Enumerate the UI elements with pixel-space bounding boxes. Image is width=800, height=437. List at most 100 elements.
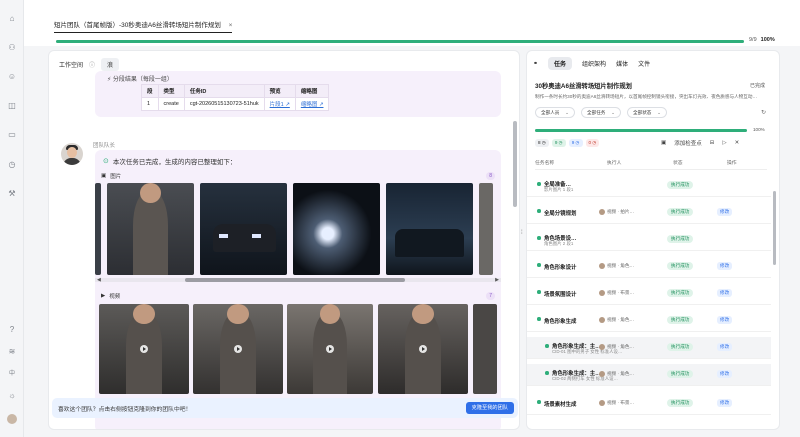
edit-button[interactable]: 修改	[717, 316, 733, 324]
task-row[interactable]: 全局准备… 影片图片 1 段1 执行成功	[527, 175, 771, 197]
panel-splitter[interactable]: ⁞	[521, 230, 523, 236]
task-name: 场景素材生成	[544, 402, 577, 408]
filters: 全部人员 全部任务 全部状态	[535, 107, 667, 118]
task-row[interactable]: 角色形象设计 视频 · 角色… 执行成功 修改	[527, 256, 771, 278]
video-thumbnail[interactable]	[473, 304, 497, 394]
edit-button[interactable]: 修改	[717, 262, 733, 270]
link-icon[interactable]: ⚭	[533, 60, 538, 67]
tab-project[interactable]: 短片团队（首尾帧版）-30秒奥迪A6丝滑转场短片制作规划 ×	[54, 19, 233, 33]
task-row[interactable]: 全局分镜规划 视频 · 拍片… 执行成功 修改	[527, 202, 771, 224]
plan-status: 已完成	[749, 83, 765, 89]
clone-banner: 喜欢这个团队？点击右侧按钮克隆到你的团队中吧！ 克隆至我的团队	[52, 398, 518, 418]
thumbnail-link[interactable]: 缩略图 ↗	[294, 97, 330, 111]
task-row[interactable]: 角色形象生成 视频 · 角色… 执行成功 修改	[527, 310, 771, 332]
executor-avatar	[599, 263, 605, 269]
shot-result-card: ⚡ 分段结果（每段一组） 段 类型 任务ID 预览 缩略图 1 create c…	[95, 71, 501, 117]
scroll-right-icon[interactable]: ▶	[495, 277, 499, 283]
image-thumbnail[interactable]	[293, 183, 380, 275]
language-switch[interactable]: 中	[7, 369, 17, 379]
tab-files[interactable]: 文件	[638, 57, 650, 70]
executor-avatar	[599, 344, 605, 350]
scroll-thumb[interactable]	[185, 278, 405, 282]
close-icon[interactable]: ×	[229, 22, 233, 29]
users-icon[interactable]: ⚇	[7, 43, 17, 53]
video-thumbnail[interactable]	[99, 304, 189, 394]
wrench-icon[interactable]: ⚒	[7, 189, 17, 199]
done-text: 本次任务已完成，生成的内容已整理如下：	[112, 159, 237, 166]
edit-button[interactable]: 修改	[717, 399, 733, 407]
clock-icon[interactable]: ◷	[7, 160, 17, 170]
sender-role: 团队队长	[93, 143, 116, 149]
clone-banner-text: 喜欢这个团队？点击右侧按钮克隆到你的团队中吧！	[58, 407, 192, 413]
task-toolbar: ▣ 添加检查点 ⊟ ▷ ✕	[661, 139, 739, 147]
task-executor: 视频 · 角色…	[599, 344, 634, 350]
image-thumbnail[interactable]	[200, 183, 287, 275]
image-thumbnail[interactable]	[386, 183, 473, 275]
preview-link[interactable]: 片段1 ↗	[263, 97, 296, 111]
plan-title: 30秒奥迪A6丝滑转场短片制作规划	[535, 83, 632, 90]
briefcase-icon[interactable]: ▭	[7, 130, 17, 140]
play-icon[interactable]: ▷	[722, 140, 726, 146]
help-icon[interactable]: ?	[7, 325, 17, 335]
status-badge: 9 ◷	[551, 139, 566, 147]
collapse-icon[interactable]: ⊟	[710, 140, 715, 146]
executor-avatar	[599, 209, 605, 215]
task-row[interactable]: 场景素材生成 视频 · 布景… 执行成功 修改	[527, 393, 771, 415]
shot-table: 段 类型 任务ID 预览 缩略图 1 create cgt-2026051513…	[141, 84, 330, 111]
status-badge: 执行成功	[667, 208, 694, 216]
filter-tasks[interactable]: 全部任务	[581, 107, 621, 118]
horizontal-scrollbar[interactable]: ◀ ▶	[95, 277, 501, 283]
layers-icon[interactable]: ≋	[7, 347, 17, 357]
task-subtitle: 影片图片 1 段1	[544, 187, 574, 192]
task-row[interactable]: 角色场景设… 角色图片 2 段1 执行成功	[527, 229, 771, 251]
image-thumbnail[interactable]	[95, 183, 101, 275]
clone-team-button[interactable]: 克隆至我的团队	[465, 402, 514, 414]
sun-icon[interactable]: ☼	[7, 391, 17, 401]
status-dot	[537, 317, 541, 321]
status-dot	[537, 400, 541, 404]
task-name: 角色形象生成	[544, 319, 577, 325]
scroll-left-icon[interactable]: ◀	[97, 277, 101, 283]
videos-section-header: ▶ 视频	[101, 292, 120, 300]
plan-progress-bar	[535, 129, 747, 132]
info-icon[interactable]: ⓘ	[89, 60, 95, 69]
home-icon[interactable]: ⌂	[7, 14, 17, 24]
filter-status[interactable]: 全部状态	[627, 107, 667, 118]
close-icon[interactable]: ✕	[735, 140, 740, 146]
image-thumbnail[interactable]	[107, 183, 194, 275]
status-badge: 8 ◷	[535, 139, 549, 147]
add-checkpoint-button[interactable]: 添加检查点	[674, 139, 702, 147]
user-icon[interactable]: ☺	[7, 72, 17, 82]
task-row[interactable]: 角色形象生成：主… CID-02 两侧打车 女性 标准人设… 视频 · 角色… 执行成…	[527, 364, 771, 386]
status-dot	[545, 371, 549, 375]
edit-button[interactable]: 修改	[717, 343, 733, 351]
project-progress-bar	[56, 40, 744, 43]
tab-org[interactable]: 组织架构	[582, 57, 606, 70]
task-row[interactable]: 场景氛围设计 视频 · 布景… 执行成功 修改	[527, 283, 771, 305]
vertical-scrollbar[interactable]	[513, 121, 517, 207]
edit-button[interactable]: 修改	[717, 289, 733, 297]
filter-people[interactable]: 全部人员	[535, 107, 575, 118]
tab-title: 短片团队（首尾帧版）-30秒奥迪A6丝滑转场短片制作规划	[54, 22, 221, 29]
tab-tasks[interactable]: 任务	[548, 57, 573, 70]
images-count: 8	[486, 172, 495, 180]
video-thumbnail[interactable]	[287, 304, 373, 394]
video-thumbnail[interactable]	[193, 304, 283, 394]
edit-button[interactable]: 修改	[717, 370, 733, 378]
task-name: 场景氛围设计	[544, 292, 577, 298]
refresh-icon[interactable]: ↻	[761, 109, 766, 116]
status-dot	[537, 263, 541, 267]
checkpoint-icon[interactable]: ▣	[661, 140, 666, 146]
plan-description: 制作一条时长约30秒的奥迪A6丝滑转场短片，以首尾帧控制镜头衔接，突出车灯光效、…	[535, 94, 758, 99]
edit-button[interactable]: 修改	[717, 208, 733, 216]
task-row[interactable]: 角色形象生成：主… CID-01 图中的男子 女性 标准人设… 视频 · 角色… 执行…	[527, 337, 771, 359]
profile-avatar[interactable]	[7, 414, 17, 424]
tab-media[interactable]: 媒体	[616, 57, 628, 70]
box-icon[interactable]: ◫	[7, 101, 17, 111]
workspace-chip[interactable]: 浪	[101, 57, 120, 71]
task-list-scrollbar[interactable]	[773, 191, 776, 265]
image-thumbnail[interactable]	[479, 183, 493, 275]
status-badge: 执行成功	[667, 343, 694, 351]
video-thumbnail[interactable]	[378, 304, 468, 394]
status-badges: 8 ◷ 9 ◷ 9 ◷ 0 ◷	[535, 139, 600, 147]
